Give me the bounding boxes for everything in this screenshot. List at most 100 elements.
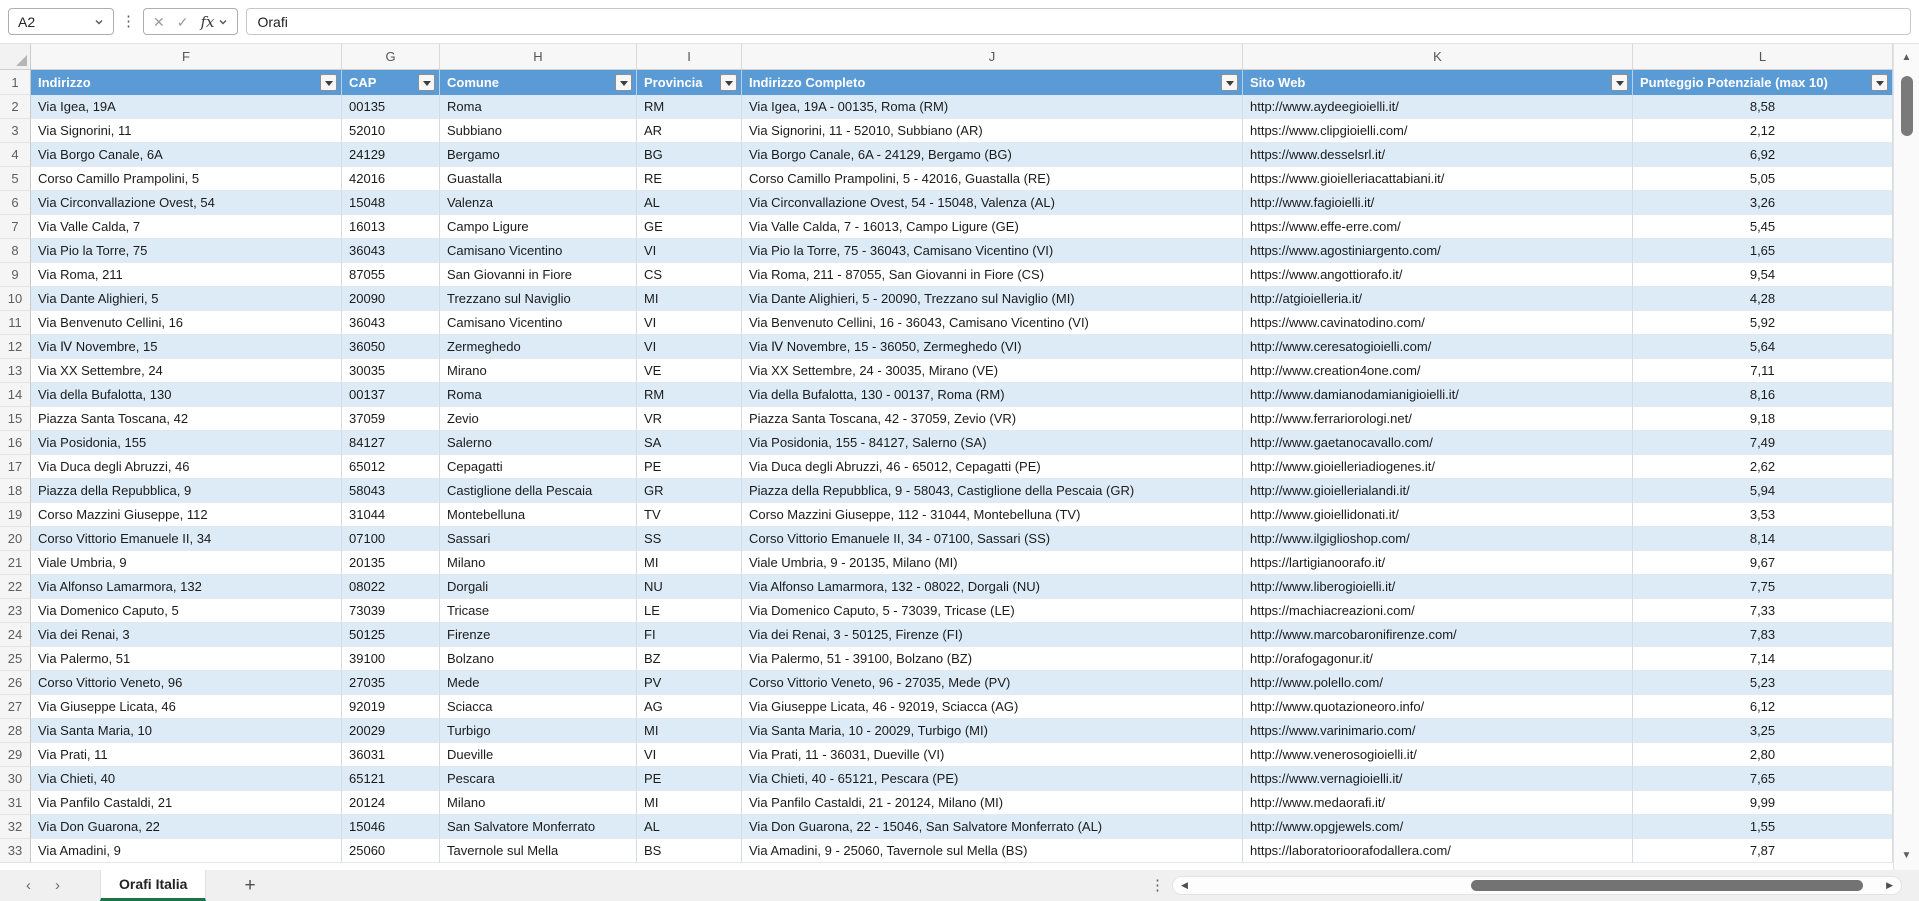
cell-L21[interactable]: 9,67 (1633, 551, 1893, 575)
cell-L4[interactable]: 6,92 (1633, 143, 1893, 167)
cell-H7[interactable]: Campo Ligure (440, 215, 637, 239)
cell-J19[interactable]: Corso Mazzini Giuseppe, 112 - 31044, Mon… (742, 503, 1243, 527)
cell-H4[interactable]: Bergamo (440, 143, 637, 167)
row-header[interactable]: 29 (0, 743, 31, 767)
cell-K22[interactable]: http://www.liberogioielli.it/ (1243, 575, 1633, 599)
filter-dropdown-button[interactable] (418, 74, 435, 91)
row-header[interactable]: 8 (0, 239, 31, 263)
cell-L24[interactable]: 7,83 (1633, 623, 1893, 647)
name-box[interactable]: A2 (8, 8, 114, 35)
cell-H27[interactable]: Sciacca (440, 695, 637, 719)
row-header[interactable]: 27 (0, 695, 31, 719)
cell-L31[interactable]: 9,99 (1633, 791, 1893, 815)
scroll-left-button[interactable]: ◀ (1181, 877, 1188, 894)
cell-L10[interactable]: 4,28 (1633, 287, 1893, 311)
row-header[interactable]: 22 (0, 575, 31, 599)
column-header-K[interactable]: K (1243, 44, 1633, 69)
cell-K18[interactable]: http://www.gioiellerialandi.it/ (1243, 479, 1633, 503)
cell-G24[interactable]: 50125 (342, 623, 440, 647)
cell-I15[interactable]: VR (637, 407, 742, 431)
cell-J30[interactable]: Via Chieti, 40 - 65121, Pescara (PE) (742, 767, 1243, 791)
cell-L13[interactable]: 7,11 (1633, 359, 1893, 383)
row-header[interactable]: 32 (0, 815, 31, 839)
cell-H15[interactable]: Zevio (440, 407, 637, 431)
cell-F12[interactable]: Via Ⅳ Novembre, 15 (31, 335, 342, 359)
cell-K8[interactable]: https://www.agostiniargento.com/ (1243, 239, 1633, 263)
table-column-header[interactable]: Comune (440, 70, 637, 95)
cell-J3[interactable]: Via Signorini, 11 - 52010, Subbiano (AR) (742, 119, 1243, 143)
cell-F2[interactable]: Via Igea, 19A (31, 95, 342, 119)
cell-G6[interactable]: 15048 (342, 191, 440, 215)
cell-G16[interactable]: 84127 (342, 431, 440, 455)
cell-G22[interactable]: 08022 (342, 575, 440, 599)
cell-J8[interactable]: Via Pio la Torre, 75 - 36043, Camisano V… (742, 239, 1243, 263)
row-header[interactable]: 11 (0, 311, 31, 335)
cell-J31[interactable]: Via Panfilo Castaldi, 21 - 20124, Milano… (742, 791, 1243, 815)
cell-F4[interactable]: Via Borgo Canale, 6A (31, 143, 342, 167)
row-header[interactable]: 20 (0, 527, 31, 551)
row-header[interactable]: 7 (0, 215, 31, 239)
cell-K23[interactable]: https://machiacreazioni.com/ (1243, 599, 1633, 623)
row-header[interactable]: 19 (0, 503, 31, 527)
cell-L27[interactable]: 6,12 (1633, 695, 1893, 719)
row-header[interactable]: 3 (0, 119, 31, 143)
cell-I3[interactable]: AR (637, 119, 742, 143)
cell-J16[interactable]: Via Posidonia, 155 - 84127, Salerno (SA) (742, 431, 1243, 455)
cell-G2[interactable]: 00135 (342, 95, 440, 119)
drag-handle-icon[interactable]: ⋮ (121, 14, 136, 29)
cell-H2[interactable]: Roma (440, 95, 637, 119)
column-header-G[interactable]: G (342, 44, 440, 69)
cell-I14[interactable]: RM (637, 383, 742, 407)
cell-K7[interactable]: https://www.effe-erre.com/ (1243, 215, 1633, 239)
cell-L15[interactable]: 9,18 (1633, 407, 1893, 431)
cell-K30[interactable]: https://www.vernagioielli.it/ (1243, 767, 1633, 791)
cell-F10[interactable]: Via Dante Alighieri, 5 (31, 287, 342, 311)
cell-H9[interactable]: San Giovanni in Fiore (440, 263, 637, 287)
cell-J26[interactable]: Corso Vittorio Veneto, 96 - 27035, Mede … (742, 671, 1243, 695)
cell-G14[interactable]: 00137 (342, 383, 440, 407)
cell-I4[interactable]: BG (637, 143, 742, 167)
cell-G3[interactable]: 52010 (342, 119, 440, 143)
cell-F18[interactable]: Piazza della Repubblica, 9 (31, 479, 342, 503)
cell-K17[interactable]: http://www.gioielleriadiogenes.it/ (1243, 455, 1633, 479)
cell-L33[interactable]: 7,87 (1633, 839, 1893, 863)
cell-L7[interactable]: 5,45 (1633, 215, 1893, 239)
row-header[interactable]: 15 (0, 407, 31, 431)
cell-J20[interactable]: Corso Vittorio Emanuele II, 34 - 07100, … (742, 527, 1243, 551)
cell-H6[interactable]: Valenza (440, 191, 637, 215)
cell-G20[interactable]: 07100 (342, 527, 440, 551)
row-header[interactable]: 2 (0, 95, 31, 119)
cell-I29[interactable]: VI (637, 743, 742, 767)
cell-K14[interactable]: http://www.damianodamianigioielli.it/ (1243, 383, 1633, 407)
vertical-scroll-thumb[interactable] (1901, 76, 1913, 136)
cell-G32[interactable]: 15046 (342, 815, 440, 839)
cell-K31[interactable]: http://www.medaorafi.it/ (1243, 791, 1633, 815)
cell-J13[interactable]: Via XX Settembre, 24 - 30035, Mirano (VE… (742, 359, 1243, 383)
cell-H11[interactable]: Camisano Vicentino (440, 311, 637, 335)
table-column-header[interactable]: Provincia (637, 70, 742, 95)
cell-F24[interactable]: Via dei Renai, 3 (31, 623, 342, 647)
cell-G28[interactable]: 20029 (342, 719, 440, 743)
cell-I17[interactable]: PE (637, 455, 742, 479)
cell-J24[interactable]: Via dei Renai, 3 - 50125, Firenze (FI) (742, 623, 1243, 647)
cell-L22[interactable]: 7,75 (1633, 575, 1893, 599)
cell-F14[interactable]: Via della Bufalotta, 130 (31, 383, 342, 407)
cell-I13[interactable]: VE (637, 359, 742, 383)
cell-H3[interactable]: Subbiano (440, 119, 637, 143)
cell-I33[interactable]: BS (637, 839, 742, 863)
cell-J11[interactable]: Via Benvenuto Cellini, 16 - 36043, Camis… (742, 311, 1243, 335)
row-header[interactable]: 16 (0, 431, 31, 455)
cell-F33[interactable]: Via Amadini, 9 (31, 839, 342, 863)
cell-G33[interactable]: 25060 (342, 839, 440, 863)
formula-input[interactable]: Orafi (246, 8, 1911, 35)
cell-G7[interactable]: 16013 (342, 215, 440, 239)
row-header[interactable]: 5 (0, 167, 31, 191)
cell-I23[interactable]: LE (637, 599, 742, 623)
cell-J12[interactable]: Via Ⅳ Novembre, 15 - 36050, Zermeghedo (… (742, 335, 1243, 359)
filter-dropdown-button[interactable] (720, 74, 737, 91)
sheet-nav-prev-button[interactable]: ‹ (14, 878, 43, 893)
cell-I10[interactable]: MI (637, 287, 742, 311)
cell-J15[interactable]: Piazza Santa Toscana, 42 - 37059, Zevio … (742, 407, 1243, 431)
table-column-header[interactable]: CAP (342, 70, 440, 95)
confirm-button[interactable]: ✓ (177, 15, 189, 29)
